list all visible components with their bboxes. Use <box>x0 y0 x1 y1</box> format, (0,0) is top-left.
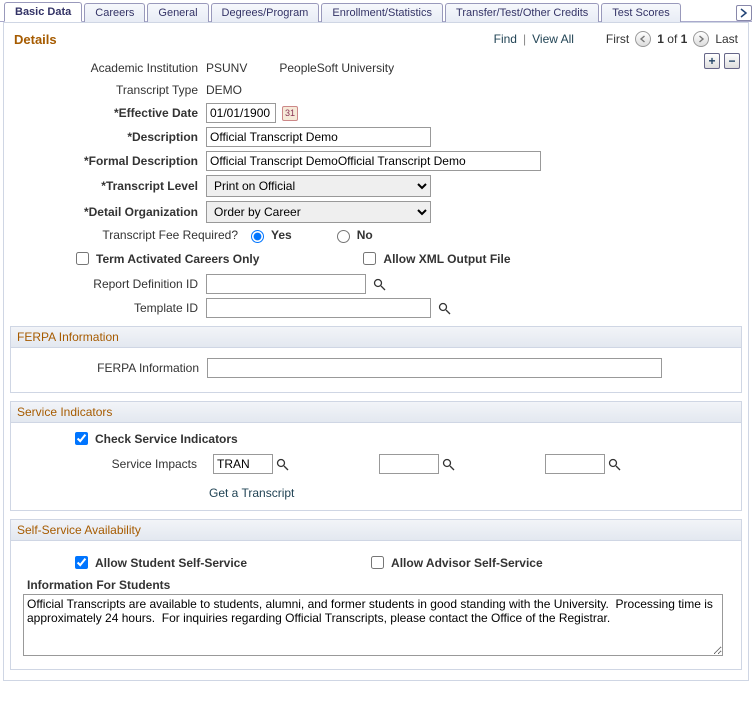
service-impacts-input-3[interactable] <box>545 454 605 474</box>
template-id-label: Template ID <box>16 301 206 315</box>
fee-no-radio[interactable]: No <box>332 227 373 243</box>
add-row-button[interactable]: + <box>704 53 720 69</box>
tab-careers[interactable]: Careers <box>84 3 145 22</box>
formal-description-input[interactable] <box>206 151 541 171</box>
tab-general[interactable]: General <box>147 3 208 22</box>
info-for-students-textarea[interactable] <box>23 594 723 656</box>
ferpa-info-input[interactable] <box>207 358 662 378</box>
self-service-group: Self-Service Availability Allow Student … <box>10 519 742 670</box>
report-def-label: Report Definition ID <box>16 277 206 291</box>
transcript-level-label: *Transcript Level <box>16 179 206 193</box>
self-service-header: Self-Service Availability <box>11 520 741 541</box>
delete-row-button[interactable]: − <box>724 53 740 69</box>
description-input[interactable] <box>206 127 431 147</box>
tab-scroll-right-icon[interactable] <box>736 5 752 21</box>
tab-test-scores[interactable]: Test Scores <box>601 3 680 22</box>
row-count: 1 of 1 <box>657 32 687 46</box>
fee-required-label: Transcript Fee Required? <box>16 228 246 242</box>
lookup-icon[interactable] <box>437 301 451 315</box>
view-all-link[interactable]: View All <box>532 32 574 46</box>
academic-institution-label: Academic Institution <box>16 61 206 75</box>
first-label[interactable]: First <box>606 32 629 46</box>
calendar-icon[interactable]: 31 <box>282 106 298 121</box>
service-impacts-input-2[interactable] <box>379 454 439 474</box>
formal-description-label: *Formal Description <box>16 154 206 168</box>
detail-organization-select[interactable]: Order by Career <box>206 201 431 223</box>
tab-degrees[interactable]: Degrees/Program <box>211 3 320 22</box>
get-transcript-link[interactable]: Get a Transcript <box>17 486 735 500</box>
last-label[interactable]: Last <box>715 32 738 46</box>
lookup-icon[interactable] <box>372 277 386 291</box>
tab-basic-data[interactable]: Basic Data <box>4 2 82 22</box>
service-indicators-header: Service Indicators <box>11 402 741 423</box>
template-id-input[interactable] <box>206 298 431 318</box>
next-row-button[interactable] <box>693 31 709 47</box>
tab-enrollment[interactable]: Enrollment/Statistics <box>321 3 443 22</box>
check-service-indicators-checkbox[interactable]: Check Service Indicators <box>71 429 735 448</box>
detail-organization-label: *Detail Organization <box>16 205 206 219</box>
effective-date-input[interactable] <box>206 103 276 123</box>
ferpa-group: FERPA Information FERPA Information <box>10 326 742 393</box>
academic-institution-desc: PeopleSoft University <box>279 59 394 77</box>
prev-row-button[interactable] <box>635 31 651 47</box>
ferpa-info-label: FERPA Information <box>17 361 207 375</box>
fee-yes-radio[interactable]: Yes <box>246 227 292 243</box>
term-activated-checkbox[interactable]: Term Activated Careers Only <box>72 249 259 268</box>
allow-student-self-service-checkbox[interactable]: Allow Student Self-Service <box>71 553 247 572</box>
service-impacts-input-1[interactable] <box>213 454 273 474</box>
service-impacts-label: Service Impacts <box>17 457 203 471</box>
academic-institution-code: PSUNV <box>206 59 247 77</box>
details-title: Details <box>14 32 57 47</box>
transcript-type-label: Transcript Type <box>16 83 206 97</box>
lookup-icon[interactable] <box>607 457 621 471</box>
transcript-type-value: DEMO <box>206 81 242 99</box>
lookup-icon[interactable] <box>275 457 289 471</box>
ferpa-header: FERPA Information <box>11 327 741 348</box>
description-label: *Description <box>16 130 206 144</box>
tab-transfer[interactable]: Transfer/Test/Other Credits <box>445 3 599 22</box>
record-nav: Find | View All First 1 of 1 Last <box>494 31 738 47</box>
effective-date-label: *Effective Date <box>16 106 206 120</box>
content-box: Details Find | View All First 1 of 1 Las… <box>3 22 749 681</box>
report-def-input[interactable] <box>206 274 366 294</box>
allow-advisor-self-service-checkbox[interactable]: Allow Advisor Self-Service <box>367 553 543 572</box>
service-indicators-group: Service Indicators Check Service Indicat… <box>10 401 742 511</box>
transcript-level-select[interactable]: Print on Official <box>206 175 431 197</box>
info-for-students-label: Information For Students <box>17 578 735 592</box>
allow-xml-checkbox[interactable]: Allow XML Output File <box>359 249 510 268</box>
lookup-icon[interactable] <box>441 457 455 471</box>
find-link[interactable]: Find <box>494 32 517 46</box>
tab-bar: Basic Data Careers General Degrees/Progr… <box>0 0 752 22</box>
